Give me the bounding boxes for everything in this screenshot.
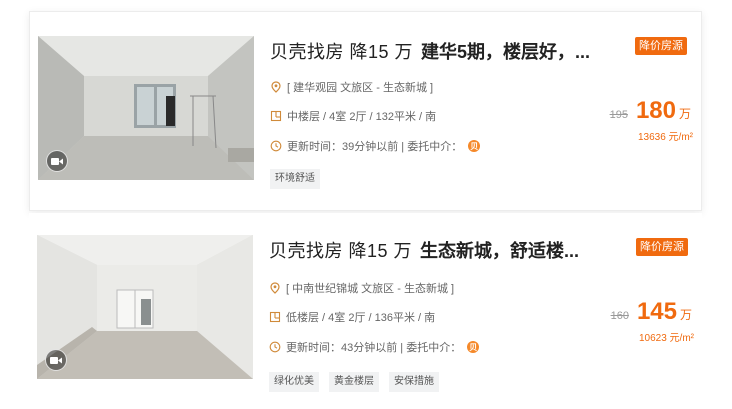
update-text: 更新时间：43分钟以前 | 委托中介： xyxy=(286,342,462,354)
update-text: 更新时间：39分钟以前 | 委托中介： xyxy=(287,141,463,153)
feature-tag: 安保措施 xyxy=(389,372,439,392)
floorplan-icon xyxy=(270,110,282,122)
unit-price: 13636 元/m² xyxy=(637,132,693,143)
old-price: 160 xyxy=(610,310,629,322)
price-unit: 万 xyxy=(679,308,692,322)
community-info[interactable]: [ 中南世纪锦城 文旅区 - 生态新城 ] xyxy=(269,280,454,296)
price-block: 195 180 万 xyxy=(610,97,691,125)
clock-icon xyxy=(270,140,282,152)
room-photo-illustration xyxy=(38,36,254,180)
old-price: 195 xyxy=(609,109,628,121)
community-info[interactable]: [ 建华观园 文旅区 - 生态新城 ] xyxy=(270,79,433,95)
location-pin-icon xyxy=(270,282,280,294)
listing-photo[interactable] xyxy=(37,235,253,379)
listing-title[interactable]: 贝壳找房 降15 万建华5期，楼层好，... xyxy=(270,38,630,64)
title-main: 建华5期，楼层好，... xyxy=(421,42,591,62)
feature-tag: 绿化优美 xyxy=(269,372,319,392)
video-badge xyxy=(45,349,67,371)
video-badge xyxy=(46,150,68,172)
listing-photo[interactable] xyxy=(38,36,254,180)
price-unit: 万 xyxy=(678,107,691,121)
total-price: 180 xyxy=(635,97,676,124)
room-photo-illustration xyxy=(37,235,253,379)
unit-price: 10623 元/m² xyxy=(638,333,694,344)
house-details: 低楼层 / 4室 2厅 / 136平米 / 南 xyxy=(269,309,435,325)
video-camera-icon xyxy=(51,157,63,165)
agent-badge-icon[interactable]: 贝 xyxy=(467,341,480,353)
location-pin-icon xyxy=(271,81,281,93)
agent-badge-icon[interactable]: 贝 xyxy=(468,140,481,152)
price-block: 160 145 万 xyxy=(611,298,692,326)
title-prefix: 贝壳找房 降15 万 xyxy=(270,42,414,62)
title-prefix: 贝壳找房 降15 万 xyxy=(269,241,413,261)
house-details: 中楼层 / 4室 2厅 / 132平米 / 南 xyxy=(270,108,436,124)
listing-title[interactable]: 贝壳找房 降15 万生态新城，舒适楼... xyxy=(269,237,629,263)
details-text: 低楼层 / 4室 2厅 / 136平米 / 南 xyxy=(286,312,436,324)
listing-card[interactable]: 贝壳找房 降15 万生态新城，舒适楼... [ 中南世纪锦城 文旅区 - 生态新… xyxy=(29,213,702,409)
update-info: 更新时间：39分钟以前 | 委托中介： 贝 xyxy=(270,138,481,154)
video-camera-icon xyxy=(50,356,62,364)
clock-icon xyxy=(269,341,281,353)
tag-list: 绿化优美 黄金楼层 安保措施 xyxy=(269,372,439,392)
title-main: 生态新城，舒适楼... xyxy=(420,241,580,261)
listing-card[interactable]: 贝壳找房 降15 万建华5期，楼层好，... [ 建华观园 文旅区 - 生态新城… xyxy=(29,11,702,211)
update-info: 更新时间：43分钟以前 | 委托中介： 贝 xyxy=(269,339,480,355)
community-text: [ 中南世纪锦城 文旅区 - 生态新城 ] xyxy=(286,283,455,295)
total-price: 145 xyxy=(636,298,677,325)
feature-tag: 黄金楼层 xyxy=(329,372,379,392)
details-text: 中楼层 / 4室 2厅 / 132平米 / 南 xyxy=(287,111,437,123)
price-drop-badge: 降价房源 xyxy=(635,37,687,55)
floorplan-icon xyxy=(269,311,281,323)
community-text: [ 建华观园 文旅区 - 生态新城 ] xyxy=(287,82,434,94)
price-drop-badge: 降价房源 xyxy=(636,238,688,256)
feature-tag: 环境舒适 xyxy=(270,169,320,189)
tag-list: 环境舒适 xyxy=(270,169,320,189)
